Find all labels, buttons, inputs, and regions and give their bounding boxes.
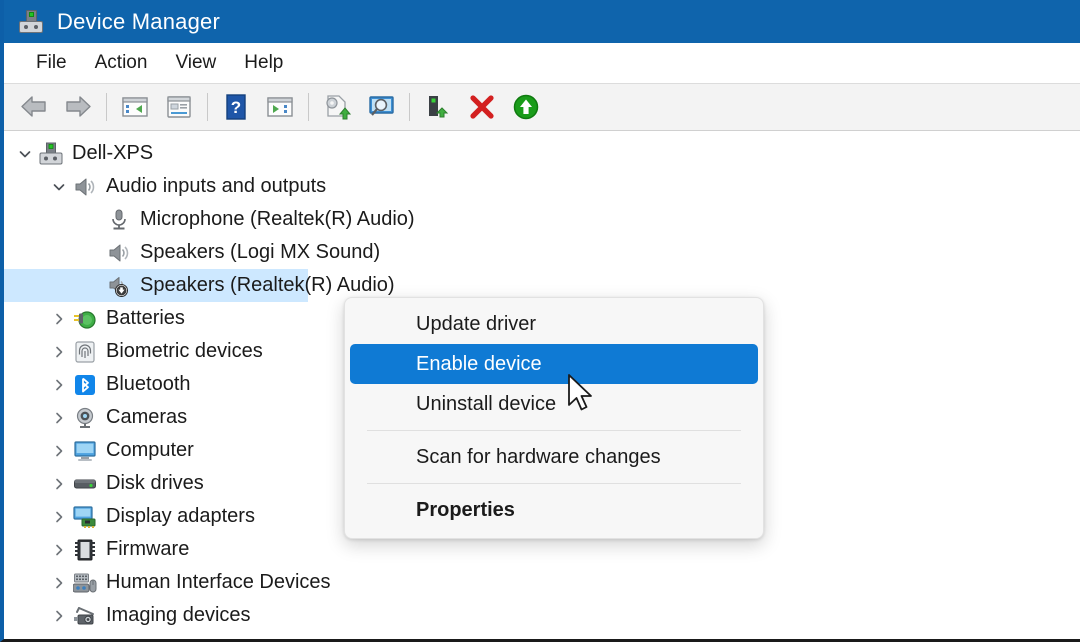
firmware-chip-icon [72,538,98,562]
context-menu-separator [367,483,741,484]
tree-node-microphone-realtek-audio[interactable]: Microphone (Realtek(R) Audio) [4,203,1080,236]
chevron-right-icon[interactable] [46,444,72,458]
hid-icon [72,571,98,595]
display-adapter-icon [72,505,98,529]
toolbar: ? [4,83,1080,131]
context-menu-item-properties[interactable]: Properties [350,490,758,530]
green-up-arrow-icon [513,94,539,120]
tree-node-label: Human Interface Devices [106,571,331,593]
red-x-icon [470,95,494,119]
show-hide-console-tree-button[interactable] [113,87,157,127]
tree-node-label: Bluetooth [106,373,191,395]
chevron-right-icon[interactable] [46,411,72,425]
battery-icon [72,307,98,331]
help-question-icon: ? [226,94,246,120]
menu-item-view[interactable]: View [161,50,230,76]
chevron-right-icon[interactable] [46,609,72,623]
chevron-right-icon[interactable] [46,510,72,524]
back-button[interactable] [12,87,56,127]
tree-node-dell-xps[interactable]: Dell-XPS [4,137,1080,170]
tree-node-human-interface-devices[interactable]: Human Interface Devices [4,566,1080,599]
tree-node-speakers-logi-mx-sound[interactable]: Speakers (Logi MX Sound) [4,236,1080,269]
action-pane-icon [267,97,293,117]
context-menu-separator [367,430,741,431]
chevron-right-icon[interactable] [46,543,72,557]
forward-button[interactable] [56,87,100,127]
monitor-icon [72,439,98,463]
tree-node-audio-inputs-and-outputs[interactable]: Audio inputs and outputs [4,170,1080,203]
context-menu-item-uninstall-device[interactable]: Uninstall device [350,384,758,424]
chevron-down-icon[interactable] [46,180,72,194]
window-title: Device Manager [57,8,220,34]
device-manager-icon [18,9,44,35]
speaker-icon [106,241,132,265]
tree-node-label: Microphone (Realtek(R) Audio) [140,208,415,230]
menu-item-action[interactable]: Action [81,50,162,76]
console-tree-icon [122,97,148,117]
tree-node-label: Imaging devices [106,604,251,626]
menu-item-file[interactable]: File [22,50,81,76]
tree-node-label: Firmware [106,538,190,560]
camera-icon [72,406,98,430]
tree-node-imaging-devices[interactable]: Imaging devices [4,599,1080,632]
toolbar-separator [207,93,208,121]
tree-node-label: Speakers (Logi MX Sound) [140,241,381,263]
tree-node-label: Speakers (Realtek(R) Audio) [140,274,395,296]
context-menu-item-enable-device[interactable]: Enable device [350,344,758,384]
imaging-device-icon [72,604,98,628]
toolbar-separator [409,93,410,121]
fingerprint-icon [72,340,98,364]
tree-node-label: Display adapters [106,505,255,527]
tree-node-label: Dell-XPS [72,142,154,164]
properties-window-icon [167,96,191,118]
show-hide-action-pane-button[interactable] [258,87,302,127]
context-menu-item-scan-for-hardware-changes[interactable]: Scan for hardware changes [350,437,758,477]
help-button[interactable]: ? [214,87,258,127]
chevron-right-icon[interactable] [46,378,72,392]
back-arrow-icon [21,96,46,117]
chevron-right-icon[interactable] [46,576,72,590]
enable-device-button[interactable] [416,87,460,127]
bluetooth-icon [72,373,98,397]
tree-node-label: Batteries [106,307,185,329]
update-button[interactable] [504,87,548,127]
toolbar-separator [106,93,107,121]
disk-drive-icon [72,472,98,496]
tree-node-label: Audio inputs and outputs [106,175,327,197]
title-bar: Device Manager [4,0,1080,43]
device-manager-window: Device Manager File Action View Help ? D… [0,0,1080,642]
context-menu[interactable]: Update driver Enable device Uninstall de… [344,297,764,539]
tree-node-label: Cameras [106,406,188,428]
update-driver-button[interactable] [315,87,359,127]
speaker-icon [72,175,98,199]
enable-device-icon [429,96,449,118]
menu-bar: File Action View Help [4,43,1080,83]
tree-node-label: Disk drives [106,472,204,494]
computer-device-icon [38,142,64,166]
properties-button[interactable] [157,87,201,127]
svg-text:?: ? [231,98,241,117]
scan-hardware-icon [369,96,394,116]
update-driver-icon [326,95,352,120]
uninstall-device-button[interactable] [460,87,504,127]
scan-for-hardware-changes-button[interactable] [359,87,403,127]
chevron-right-icon[interactable] [46,345,72,359]
chevron-right-icon[interactable] [46,477,72,491]
speaker-disabled-icon [106,274,132,298]
tree-node-label: Computer [106,439,194,461]
context-menu-item-update-driver[interactable]: Update driver [350,304,758,344]
forward-arrow-icon [66,96,91,117]
menu-item-help[interactable]: Help [230,50,297,76]
tree-node-label: Biometric devices [106,340,263,362]
microphone-icon [106,208,132,232]
chevron-down-icon[interactable] [12,147,38,161]
chevron-right-icon[interactable] [46,312,72,326]
toolbar-separator [308,93,309,121]
